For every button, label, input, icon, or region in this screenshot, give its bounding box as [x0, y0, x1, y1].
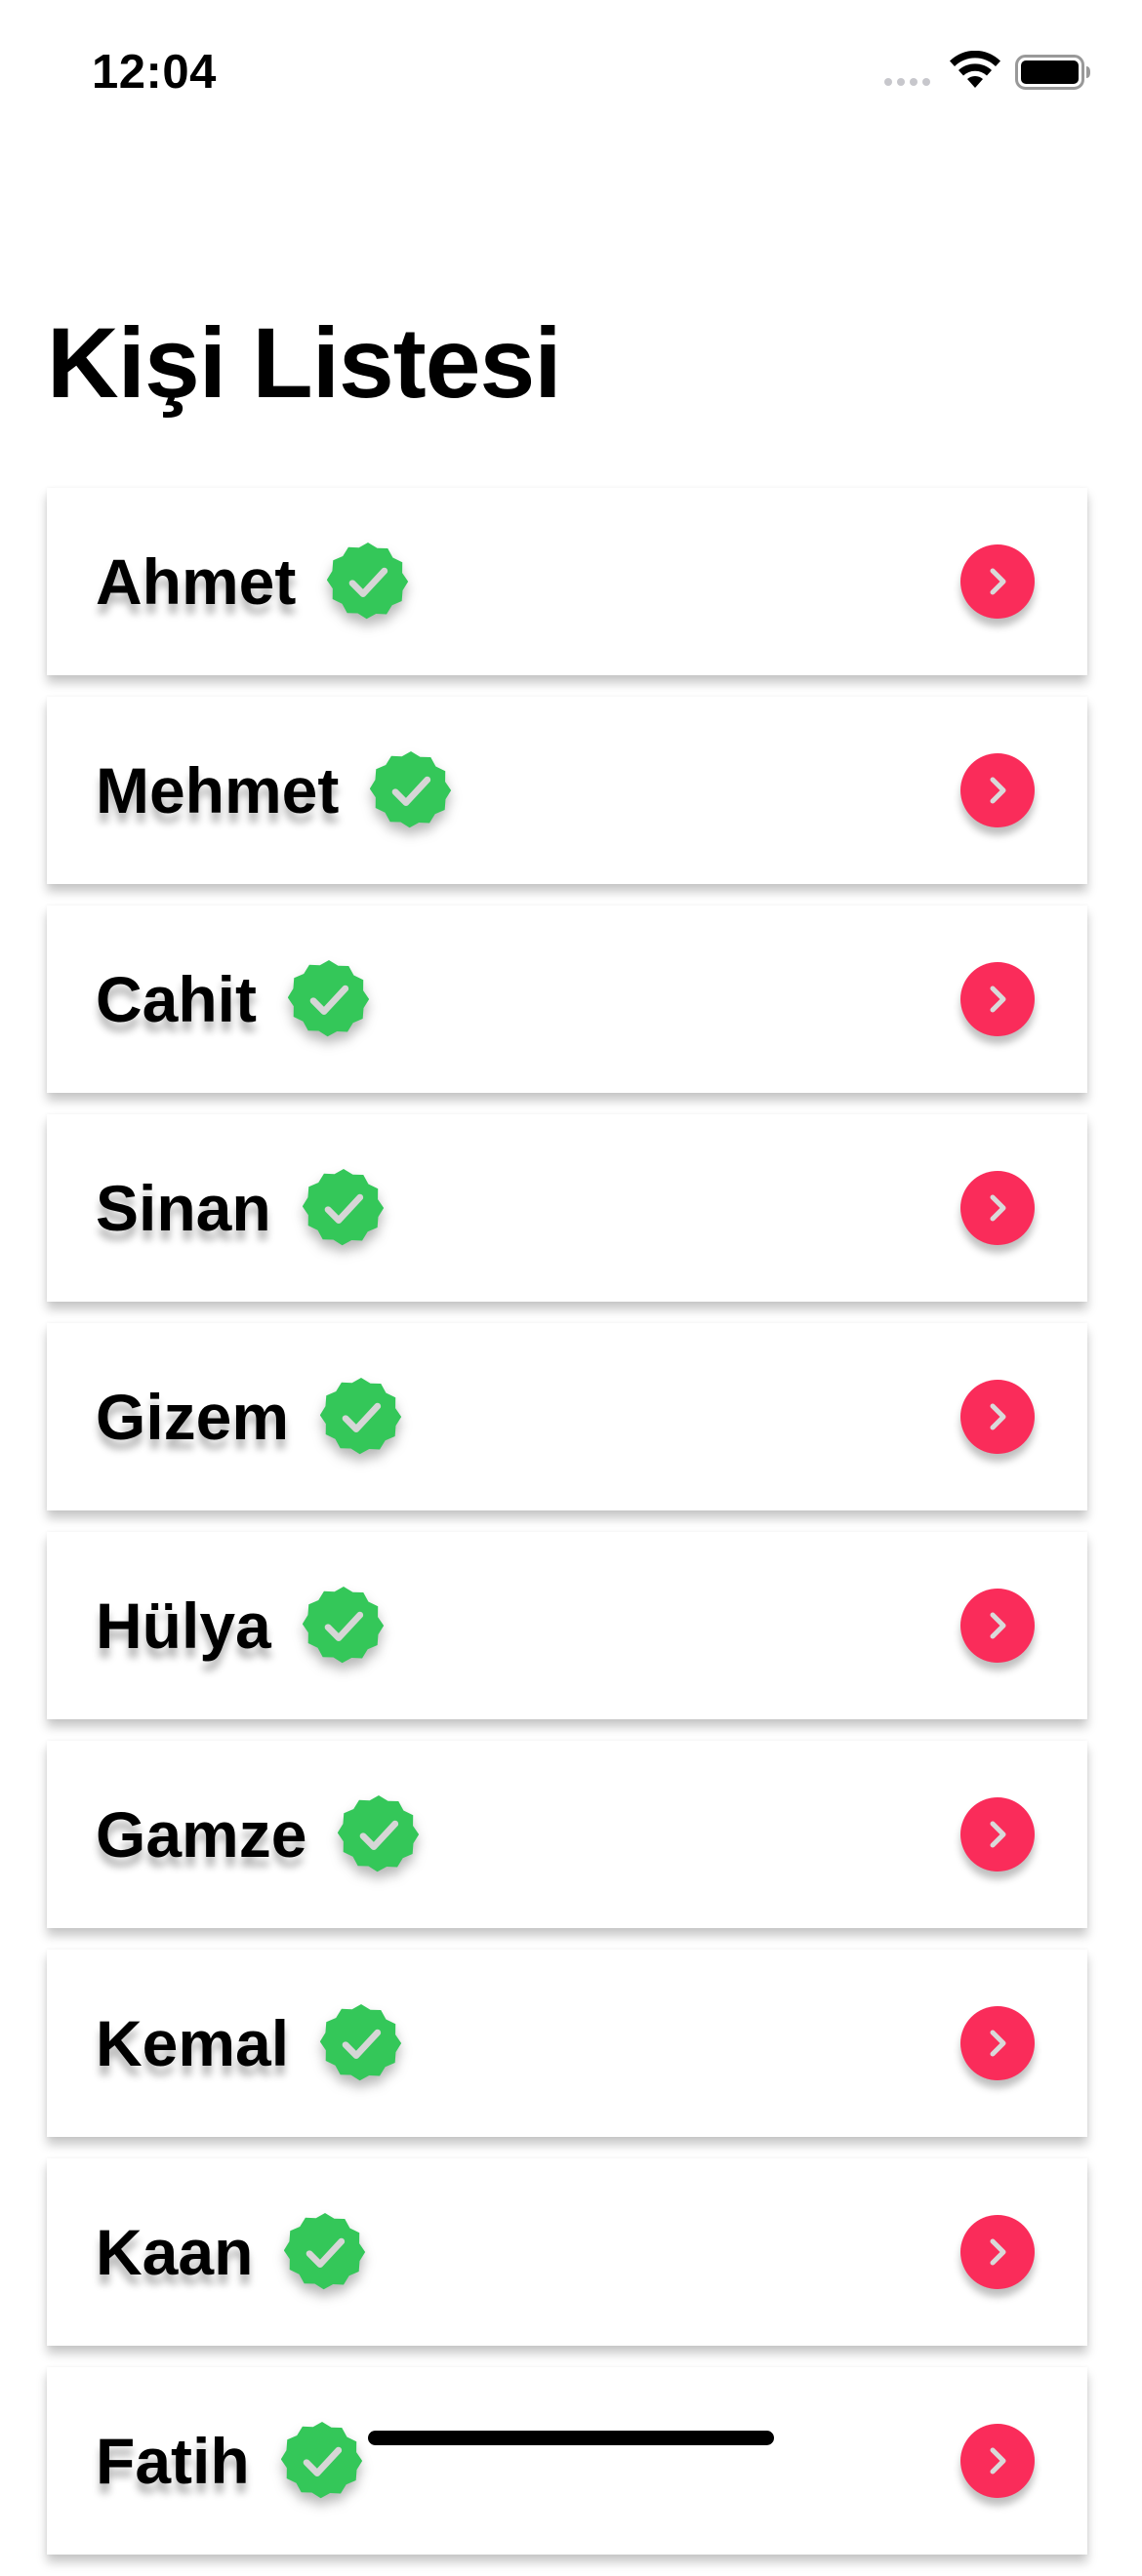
- chevron-right-icon: [990, 568, 1006, 595]
- open-contact-button[interactable]: [960, 2215, 1035, 2289]
- wifi-icon: [950, 51, 1000, 88]
- contact-list-item[interactable]: Mehmet: [47, 697, 1087, 884]
- contact-name: Mehmet: [96, 754, 340, 826]
- contact-list-item[interactable]: Sinan: [47, 1114, 1087, 1302]
- contact-name: Gamze: [96, 1798, 307, 1871]
- contact-list-item[interactable]: Hülya: [47, 1532, 1087, 1719]
- home-indicator[interactable]: [368, 2431, 774, 2445]
- verified-badge-icon: [288, 960, 370, 1037]
- chevron-right-icon: [990, 2030, 1006, 2057]
- open-contact-button[interactable]: [960, 2424, 1035, 2498]
- contact-list-item[interactable]: Cahit: [47, 906, 1087, 1093]
- contact-list-item[interactable]: Gamze: [47, 1741, 1087, 1928]
- contact-name: Fatih: [96, 2425, 250, 2497]
- open-contact-button[interactable]: [960, 544, 1035, 619]
- open-contact-button[interactable]: [960, 1171, 1035, 1245]
- contact-name: Sinan: [96, 1172, 271, 1244]
- open-contact-button[interactable]: [960, 1380, 1035, 1454]
- verified-badge-icon: [338, 1795, 420, 1872]
- chevron-right-icon: [990, 1194, 1006, 1222]
- contact-list-item[interactable]: Ahmet: [47, 488, 1087, 675]
- chevron-right-icon: [990, 1612, 1006, 1639]
- contact-list-item[interactable]: Kaan: [47, 2158, 1087, 2346]
- contact-name: Kaan: [96, 2216, 254, 2288]
- contact-name: Gizem: [96, 1381, 290, 1453]
- open-contact-button[interactable]: [960, 2006, 1035, 2080]
- contact-name: Cahit: [96, 963, 257, 1035]
- open-contact-button[interactable]: [960, 753, 1035, 827]
- verified-badge-icon: [280, 2422, 362, 2499]
- contact-name: Kemal: [96, 2007, 290, 2079]
- chevron-right-icon: [990, 2238, 1006, 2266]
- verified-badge-icon: [320, 1378, 402, 1455]
- contact-list-item[interactable]: Fatih: [47, 2367, 1087, 2555]
- chevron-right-icon: [990, 1403, 1006, 1430]
- chevron-right-icon: [990, 777, 1006, 804]
- verified-badge-icon: [284, 2213, 366, 2290]
- cellular-signal-icon: [884, 78, 930, 86]
- open-contact-button[interactable]: [960, 1797, 1035, 1872]
- contact-list-item[interactable]: Kemal: [47, 1950, 1087, 2137]
- chevron-right-icon: [990, 986, 1006, 1013]
- contact-list: Ahmet Mehmet Cahit Sinan Gizem Hülya Gam…: [47, 488, 1087, 2576]
- open-contact-button[interactable]: [960, 962, 1035, 1036]
- verified-badge-icon: [302, 1587, 384, 1664]
- status-time: 12:04: [92, 46, 217, 99]
- chevron-right-icon: [990, 1821, 1006, 1848]
- verified-badge-icon: [302, 1169, 384, 1246]
- contact-name: Hülya: [96, 1590, 271, 1662]
- chevron-right-icon: [990, 2447, 1006, 2475]
- verified-badge-icon: [327, 543, 409, 620]
- verified-badge-icon: [320, 2004, 402, 2081]
- contact-name: Ahmet: [96, 545, 297, 618]
- status-bar: 12:04: [0, 0, 1142, 146]
- open-contact-button[interactable]: [960, 1589, 1035, 1663]
- contact-list-item[interactable]: Gizem: [47, 1323, 1087, 1510]
- battery-icon: [1015, 55, 1090, 90]
- page-title: Kişi Listesi: [47, 307, 562, 419]
- verified-badge-icon: [370, 751, 452, 828]
